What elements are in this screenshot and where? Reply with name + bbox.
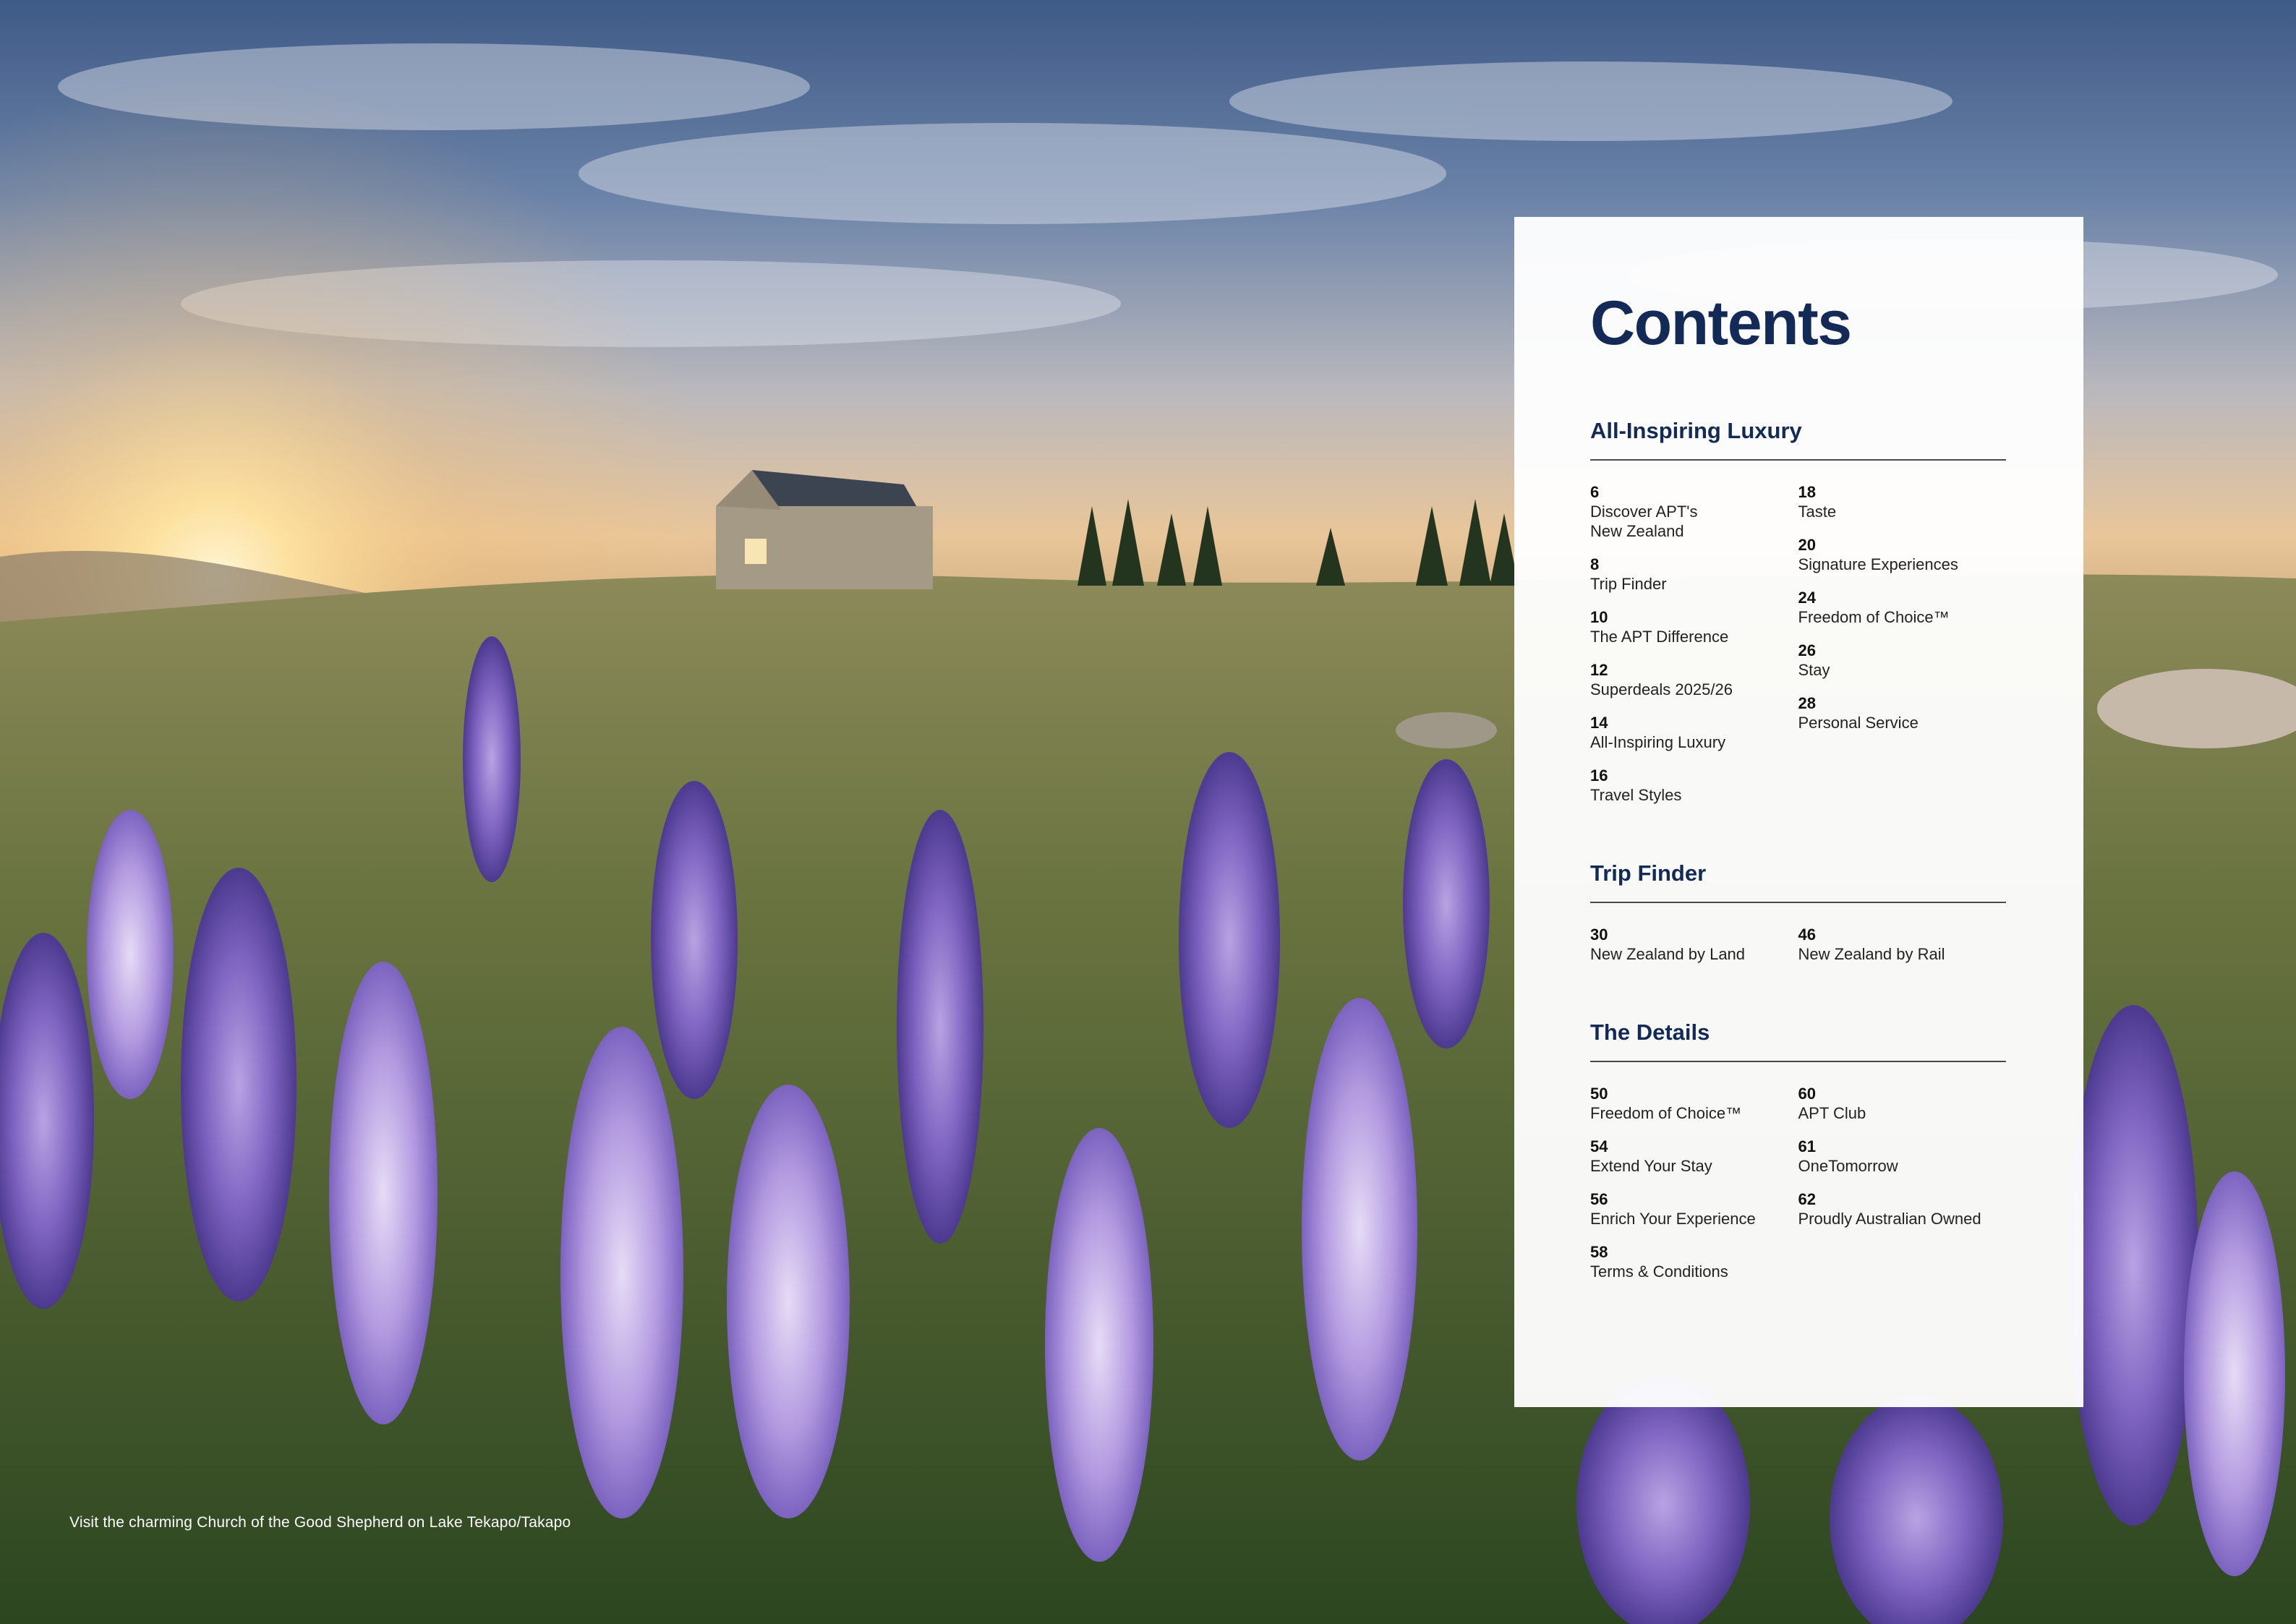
section-trip-finder: Trip Finder 30 New Zealand by Land 46 New …	[1590, 862, 2006, 978]
entry-label: Taste	[1798, 503, 1837, 521]
entry-label: Personal Service	[1798, 714, 1919, 732]
page-number: 60	[1798, 1085, 1816, 1103]
entry-label: Freedom of Choice™	[1798, 608, 1950, 626]
entry-label: Terms & Conditions	[1590, 1262, 1728, 1281]
page-number: 28	[1798, 694, 1816, 712]
toc-entry[interactable]: 12 Superdeals 2025/26	[1590, 660, 1798, 699]
toc-entry[interactable]: 10 The APT Difference	[1590, 607, 1798, 646]
toc-entry[interactable]: 58 Terms & Conditions	[1590, 1242, 1798, 1281]
right-column: 60 APT Club 61 OneTomorrow 62 Proudly Austr…	[1798, 1084, 2007, 1295]
toc-entry[interactable]: 60 APT Club	[1798, 1084, 2007, 1123]
toc-entry[interactable]: 54 Extend Your Stay	[1590, 1137, 1798, 1176]
page-number: 62	[1798, 1190, 1816, 1208]
entry-label: Proudly Australian Owned	[1798, 1210, 1981, 1228]
page-number: 50	[1590, 1085, 1608, 1103]
toc-entry[interactable]: 8 Trip Finder	[1590, 555, 1798, 594]
page-number: 10	[1590, 608, 1608, 626]
page-number: 6	[1590, 483, 1600, 501]
left-column: 50 Freedom of Choice™ 54 Extend Your Stay …	[1590, 1084, 1798, 1295]
toc-entry[interactable]: 46 New Zealand by Rail	[1798, 925, 2007, 964]
right-column: 46 New Zealand by Rail	[1798, 925, 2007, 978]
entry-label: All-Inspiring Luxury	[1590, 733, 1726, 751]
toc-entry[interactable]: 61 OneTomorrow	[1798, 1137, 2007, 1176]
entry-label: Enrich Your Experience	[1590, 1210, 1756, 1228]
section-all-inspiring-luxury: All-Inspiring Luxury 6 Discover APT's New…	[1590, 419, 2006, 819]
entry-label: Trip Finder	[1590, 575, 1667, 593]
toc-entry[interactable]: 56 Enrich Your Experience	[1590, 1189, 1798, 1228]
page-number: 30	[1590, 926, 1608, 944]
page-number: 20	[1798, 536, 1816, 554]
page-number: 56	[1590, 1190, 1608, 1208]
section-columns: 6 Discover APT's New Zealand 8 Trip Finder…	[1590, 461, 2006, 819]
toc-entry[interactable]: 24 Freedom of Choice™	[1798, 588, 2007, 627]
section-columns: 50 Freedom of Choice™ 54 Extend Your Stay …	[1590, 1062, 2006, 1295]
contents-title: Contents	[1590, 289, 1852, 358]
page-number: 24	[1798, 589, 1816, 607]
entry-label: Discover APT's New Zealand	[1590, 503, 1698, 540]
left-column: 30 New Zealand by Land	[1590, 925, 1798, 978]
entry-label: Stay	[1798, 661, 1830, 679]
entry-label: Signature Experiences	[1798, 555, 1958, 573]
entry-label: Extend Your Stay	[1590, 1157, 1712, 1175]
toc-entry[interactable]: 30 New Zealand by Land	[1590, 925, 1798, 964]
toc-entry[interactable]: 6 Discover APT's New Zealand	[1590, 482, 1798, 541]
toc-entry[interactable]: 50 Freedom of Choice™	[1590, 1084, 1798, 1123]
section-title: All-Inspiring Luxury	[1590, 419, 2006, 461]
entry-label: New Zealand by Land	[1590, 945, 1746, 963]
page-number: 46	[1798, 926, 1816, 944]
entry-label: Superdeals 2025/26	[1590, 680, 1733, 698]
page-number: 8	[1590, 555, 1600, 573]
page-number: 18	[1798, 483, 1816, 501]
toc-entry[interactable]: 20 Signature Experiences	[1798, 535, 2007, 574]
photo-caption: Visit the charming Church of the Good Sh…	[69, 1514, 571, 1531]
left-column: 6 Discover APT's New Zealand 8 Trip Finder…	[1590, 482, 1798, 819]
page-number: 12	[1590, 661, 1608, 679]
page-number: 58	[1590, 1243, 1608, 1261]
toc-entry[interactable]: 14 All-Inspiring Luxury	[1590, 713, 1798, 752]
contents-panel: Contents All-Inspiring Luxury 6 Discover …	[1514, 217, 2083, 1407]
section-title: Trip Finder	[1590, 862, 2006, 903]
entry-label: New Zealand by Rail	[1798, 945, 1945, 963]
page-number: 14	[1590, 714, 1608, 732]
toc-entry[interactable]: 28 Personal Service	[1798, 693, 2007, 732]
right-column: 18 Taste 20 Signature Experiences 24 Freedo…	[1798, 482, 2007, 819]
page-number: 26	[1798, 641, 1816, 659]
page-number: 16	[1590, 766, 1608, 785]
toc-entry[interactable]: 26 Stay	[1798, 641, 2007, 680]
toc-entry[interactable]: 16 Travel Styles	[1590, 766, 1798, 805]
entry-label: APT Club	[1798, 1104, 1866, 1122]
page-number: 54	[1590, 1137, 1608, 1155]
entry-label: OneTomorrow	[1798, 1157, 1898, 1175]
entry-label: The APT Difference	[1590, 628, 1729, 646]
toc-entry[interactable]: 18 Taste	[1798, 482, 2007, 521]
page-number: 61	[1798, 1137, 1816, 1155]
entry-label: Travel Styles	[1590, 786, 1682, 804]
section-columns: 30 New Zealand by Land 46 New Zealand by R…	[1590, 903, 2006, 978]
section-the-details: The Details 50 Freedom of Choice™ 54 Exten…	[1590, 1021, 2006, 1295]
entry-label: Freedom of Choice™	[1590, 1104, 1742, 1122]
toc-entry[interactable]: 62 Proudly Australian Owned	[1798, 1189, 2007, 1228]
section-title: The Details	[1590, 1021, 2006, 1062]
